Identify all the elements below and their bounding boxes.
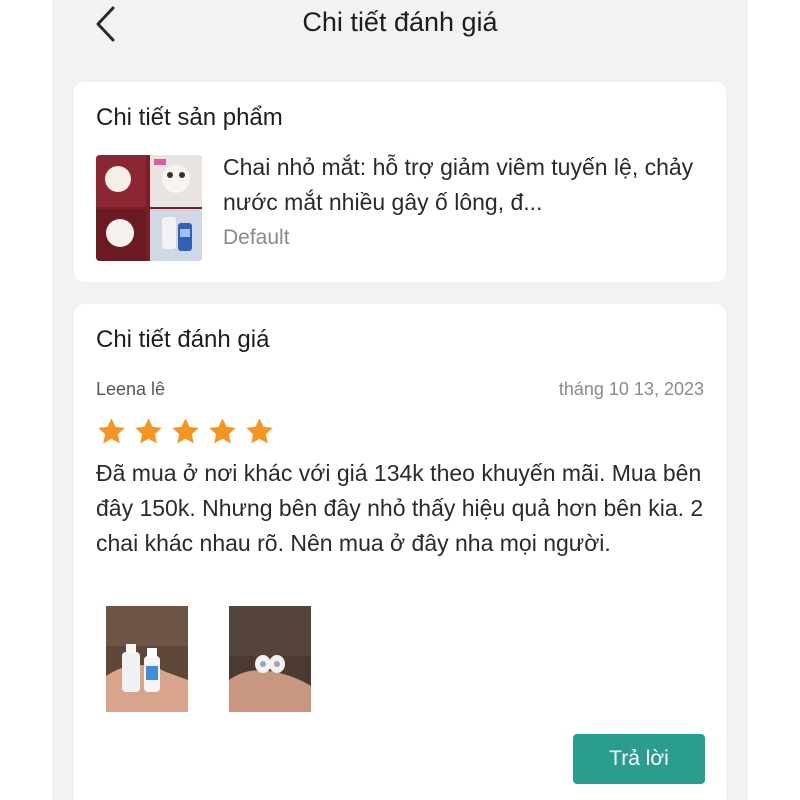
eye-drop-bottles-photo (106, 606, 188, 712)
reply-button[interactable]: Trả lời (573, 734, 705, 784)
review-date: tháng 10 13, 2023 (558, 379, 704, 399)
product-variant: Default (223, 226, 290, 249)
star-icon (246, 418, 273, 444)
page-title: Chi tiết đánh giá (302, 7, 498, 37)
star-icon (209, 418, 236, 444)
review-photo[interactable] (229, 606, 311, 712)
product-details-card: Chi tiết sản phẩm Chai nhỏ mắt: hỗ trợ g… (74, 82, 726, 282)
review-text: Đã mua ở nơi khác với giá 134k theo khuy… (96, 460, 704, 556)
star-icon (98, 418, 125, 444)
product-thumbnail[interactable] (96, 155, 202, 261)
star-rating (96, 416, 275, 447)
review-detail-screen: Chi tiết đánh giá Chi tiết sản phẩm Chai… (52, 0, 748, 800)
product-collage-image (96, 155, 202, 261)
review-details-card: Chi tiết đánh giá Leena lê tháng 10 13, … (74, 304, 726, 800)
review-photo[interactable] (106, 606, 188, 712)
reviewer-name: Leena lê (96, 379, 166, 399)
hand-holding-bottles-photo (229, 606, 311, 712)
header: Chi tiết đánh giá (52, 0, 748, 56)
product-name[interactable]: Chai nhỏ mắt: hỗ trợ giảm viêm tuyến lệ,… (223, 150, 713, 220)
review-section-title: Chi tiết đánh giá (96, 326, 270, 353)
star-icon (172, 418, 199, 444)
star-icon (135, 418, 162, 444)
product-section-title: Chi tiết sản phẩm (96, 104, 283, 131)
